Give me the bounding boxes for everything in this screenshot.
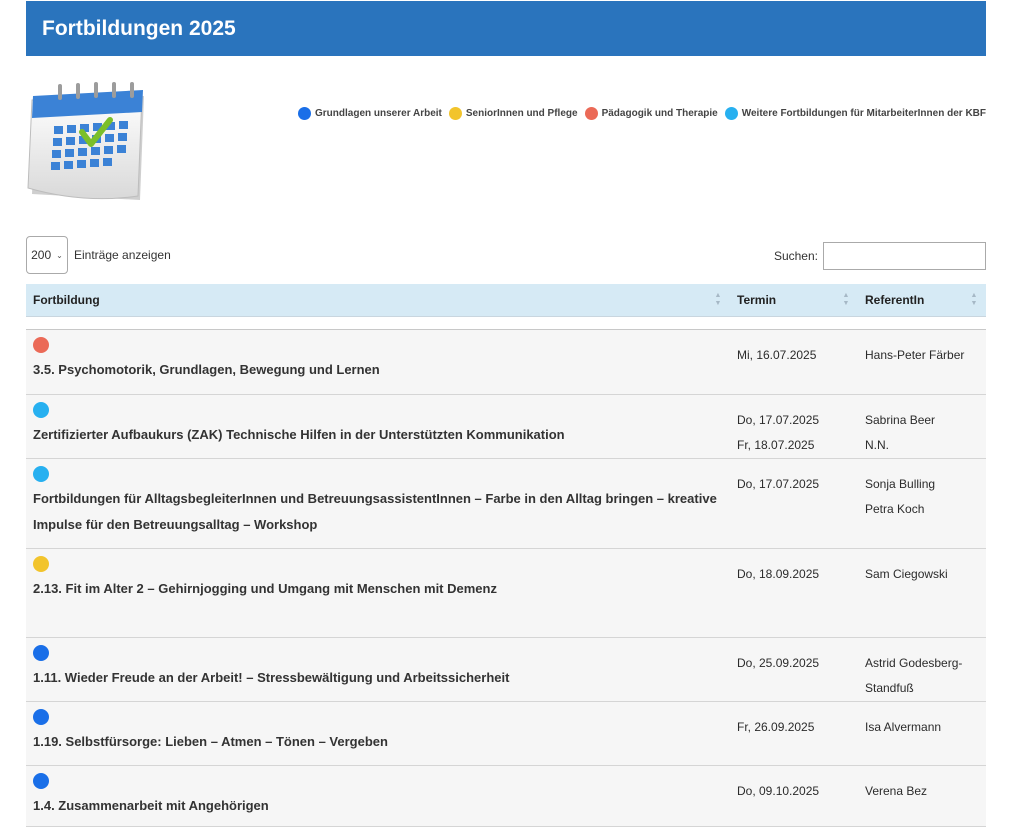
course-title-link[interactable]: Fortbildungen für AlltagsbegleiterInnen … [33,486,730,538]
page-length-value: 200 [31,248,52,262]
date-cell: Do, 09.10.2025 [730,766,858,826]
course-cell: 1.11. Wieder Freude an der Arbeit! – Str… [26,638,730,701]
speaker-cell: Sabrina Beer N.N. [858,395,986,458]
sort-arrows-icon: ▲ ▼ [714,292,722,307]
course-title-link[interactable]: 1.19. Selbstfürsorge: Lieben – Atmen – T… [33,729,730,755]
search-input[interactable] [823,242,986,270]
column-header-label: Fortbildung [33,293,100,307]
page-length-select[interactable]: 200 ⌄ [26,236,68,274]
column-header-label: Termin [737,293,777,307]
date-value: Do, 17.07.2025 [737,413,820,427]
table-row[interactable]: 1.4. Zusammenarbeit mit Angehörigen Do, … [26,766,986,827]
course-title-link[interactable]: 2.13. Fit im Alter 2 – Gehirnjogging und… [33,576,730,602]
date-cell: Mi, 16.07.2025 [730,330,858,394]
date-value: Do, 25.09.2025 [737,656,820,670]
category-dot-icon [33,709,49,725]
date-value: Do, 17.07.2025 [737,477,820,491]
speaker-value: Astrid Godesberg- [865,656,963,670]
speaker-value: Petra Koch [865,502,925,516]
legend-label: Grundlagen unserer Arbeit [315,108,442,119]
red-dot-icon [584,107,598,120]
sort-arrows-icon: ▲ ▼ [970,292,978,307]
course-cell: Fortbildungen für AlltagsbegleiterInnen … [26,459,730,548]
date-cell: Fr, 26.09.2025 [730,702,858,765]
date-cell: Do, 17.07.2025 [730,459,858,548]
speaker-value: Hans-Peter Färber [865,348,965,362]
table-header: Fortbildung ▲ ▼ Termin ▲ ▼ ReferentIn ▲ ▼ [26,284,986,317]
legend-item-senioren: SeniorInnen und Pflege [448,107,578,120]
course-title-link[interactable]: 3.5. Psychomotorik, Grundlagen, Bewegung… [33,357,730,383]
courses-table: Fortbildung ▲ ▼ Termin ▲ ▼ ReferentIn ▲ ▼ 3… [26,284,986,827]
date-value: Do, 18.09.2025 [737,567,820,581]
date-value: Fr, 18.07.2025 [737,438,815,452]
speaker-value: Verena Bez [865,784,928,798]
legend-item-paedagogik: Pädagogik und Therapie [584,107,718,120]
speaker-cell: Sam Ciegowski [858,549,986,637]
category-legend: Grundlagen unserer Arbeit SeniorInnen un… [291,107,986,120]
legend-item-grundlagen: Grundlagen unserer Arbeit [298,107,442,120]
search-control: Suchen: [774,242,986,270]
page-title: Fortbildungen 2025 [42,16,236,40]
light-blue-dot-icon [724,107,738,120]
speaker-cell: Isa Alvermann [858,702,986,765]
category-dot-icon [33,556,49,572]
speaker-value: Sam Ciegowski [865,567,948,581]
legend-label: Weitere Fortbildungen für MitarbeiterInn… [741,108,986,119]
chevron-down-icon: ⌄ [56,250,63,260]
speaker-value: Isa Alvermann [865,720,942,734]
speaker-cell: Hans-Peter Färber [858,330,986,394]
category-dot-icon [33,337,49,353]
category-dot-icon [33,645,49,661]
course-cell: 3.5. Psychomotorik, Grundlagen, Bewegung… [26,330,730,394]
course-title-link[interactable]: 1.4. Zusammenarbeit mit Angehörigen [33,793,730,819]
course-cell: Zertifizierter Aufbaukurs (ZAK) Technisc… [26,395,730,458]
speaker-cell: Astrid Godesberg- Standfuß [858,638,986,701]
search-label: Suchen: [773,249,818,263]
table-spacer [26,317,986,330]
page-length-control: 200 ⌄ Einträge anzeigen [26,236,171,274]
calendar-check-icon [27,82,144,200]
table-row[interactable]: Fortbildungen für AlltagsbegleiterInnen … [26,459,986,549]
course-cell: 2.13. Fit im Alter 2 – Gehirnjogging und… [26,549,730,637]
date-value: Mi, 16.07.2025 [737,348,817,362]
speaker-value: Standfuß [865,681,914,695]
speaker-value: Sabrina Beer [865,413,936,427]
course-title-link[interactable]: Zertifizierter Aufbaukurs (ZAK) Technisc… [33,422,730,448]
date-value: Fr, 26.09.2025 [737,720,815,734]
date-cell: Do, 18.09.2025 [730,549,858,637]
legend-item-weitere: Weitere Fortbildungen für MitarbeiterInn… [724,107,986,120]
blue-dot-icon [298,107,312,120]
yellow-dot-icon [448,107,462,120]
sort-arrows-icon: ▲ ▼ [842,292,850,307]
page-header-banner: Fortbildungen 2025 [26,1,986,56]
column-header-fortbildung[interactable]: Fortbildung ▲ ▼ [26,284,730,316]
table-row[interactable]: Zertifizierter Aufbaukurs (ZAK) Technisc… [26,395,986,459]
column-header-termin[interactable]: Termin ▲ ▼ [730,284,858,316]
legend-label: SeniorInnen und Pflege [465,108,578,119]
course-title-link[interactable]: 1.11. Wieder Freude an der Arbeit! – Str… [33,665,730,691]
category-dot-icon [33,402,49,418]
course-cell: 1.4. Zusammenarbeit mit Angehörigen [26,766,730,826]
speaker-value: N.N. [865,438,889,452]
page-length-label: Einträge anzeigen [74,248,171,262]
date-value: Do, 09.10.2025 [737,784,820,798]
date-cell: Do, 17.07.2025 Fr, 18.07.2025 [730,395,858,458]
table-row[interactable]: 2.13. Fit im Alter 2 – Gehirnjogging und… [26,549,986,638]
course-cell: 1.19. Selbstfürsorge: Lieben – Atmen – T… [26,702,730,765]
column-header-label: ReferentIn [865,293,925,307]
category-dot-icon [33,466,49,482]
speaker-value: Sonja Bulling [865,477,936,491]
table-row[interactable]: 3.5. Psychomotorik, Grundlagen, Bewegung… [26,330,986,395]
category-dot-icon [33,773,49,789]
column-header-referentin[interactable]: ReferentIn ▲ ▼ [858,284,986,316]
speaker-cell: Sonja Bulling Petra Koch [858,459,986,548]
legend-label: Pädagogik und Therapie [601,108,718,119]
date-cell: Do, 25.09.2025 [730,638,858,701]
table-row[interactable]: 1.19. Selbstfürsorge: Lieben – Atmen – T… [26,702,986,766]
table-row[interactable]: 1.11. Wieder Freude an der Arbeit! – Str… [26,638,986,702]
speaker-cell: Verena Bez [858,766,986,826]
